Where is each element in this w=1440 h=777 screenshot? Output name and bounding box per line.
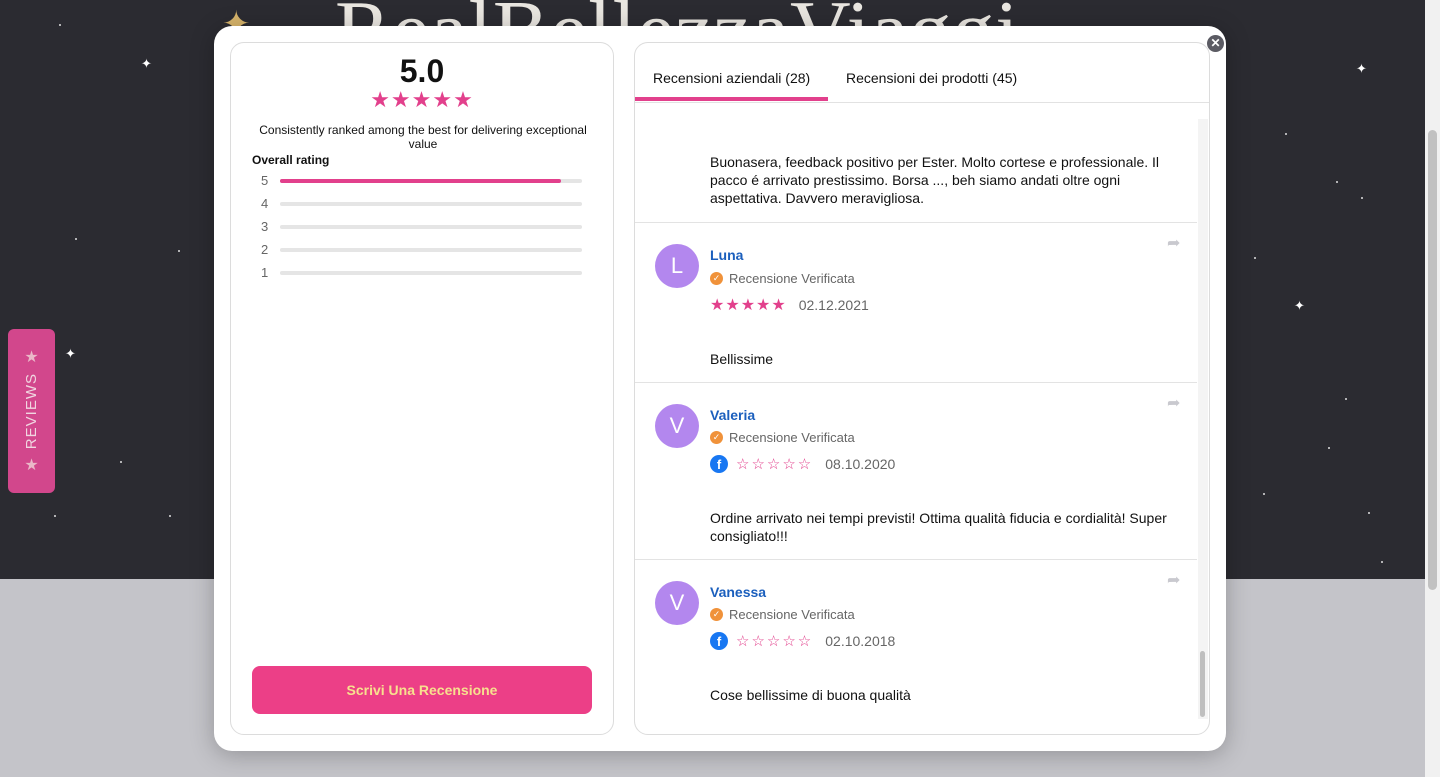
reviewer-name[interactable]: Luna	[710, 247, 743, 263]
rating-bar	[280, 224, 582, 229]
reviews-side-tab[interactable]: ★ REVIEWS ★	[8, 329, 55, 493]
rating-row: 2	[252, 238, 582, 261]
average-stars: ★★★★★	[370, 87, 474, 112]
review-date: 02.12.2021	[798, 297, 869, 313]
review-text: Bellissime	[710, 351, 774, 367]
summary-description: Consistently ranked among the best for d…	[259, 123, 587, 151]
review-item: V Vanessa ✓ Recensione Verificata f ☆☆☆☆…	[635, 560, 1197, 734]
verified-label: Recensione Verificata	[729, 271, 855, 286]
review-item: V Valeria ✓ Recensione Verificata f ☆☆☆☆…	[635, 383, 1197, 560]
page-scrollbar[interactable]	[1425, 0, 1440, 777]
rating-bar	[280, 178, 582, 183]
verified-label: Recensione Verificata	[729, 430, 855, 445]
review-stars: ☆☆☆☆☆	[736, 633, 814, 650]
average-score: 5.0	[399, 53, 445, 89]
review-text: Cose bellissime di buona qualità	[710, 687, 911, 703]
review-tabs: Recensioni aziendali (28) Recensioni dei…	[635, 43, 1209, 103]
share-icon[interactable]: ➦	[1167, 570, 1180, 590]
rating-distribution: 5 4 3 2 1	[252, 169, 582, 284]
verified-badge: ✓ Recensione Verificata	[710, 271, 855, 286]
check-badge-icon: ✓	[710, 272, 723, 285]
rating-summary-panel: 5.0 ★★★★★ Consistently ranked among the …	[230, 42, 614, 735]
reviewer-name[interactable]: Vanessa	[710, 584, 766, 600]
tab-product-reviews[interactable]: Recensioni dei prodotti (45)	[828, 43, 1035, 101]
review-item: Buonasera, feedback positivo per Ester. …	[635, 119, 1197, 223]
verified-label: Recensione Verificata	[729, 607, 855, 622]
rating-value: 3	[261, 219, 269, 234]
reviews-panel: Recensioni aziendali (28) Recensioni dei…	[634, 42, 1210, 735]
avatar: L	[655, 244, 699, 288]
review-list-scrollbar[interactable]	[1198, 119, 1208, 719]
share-icon[interactable]: ➦	[1167, 393, 1180, 413]
rating-bar	[280, 247, 582, 252]
verified-badge: ✓ Recensione Verificata	[710, 607, 855, 622]
share-icon[interactable]: ➦	[1167, 233, 1180, 253]
rating-value: 5	[261, 173, 269, 188]
rating-row: 4	[252, 192, 582, 215]
rating-row: 1	[252, 261, 582, 284]
review-date: 02.10.2018	[825, 633, 896, 649]
review-list[interactable]: Buonasera, feedback positivo per Ester. …	[635, 119, 1197, 734]
verified-badge: ✓ Recensione Verificata	[710, 430, 855, 445]
check-badge-icon: ✓	[710, 431, 723, 444]
close-icon[interactable]: ✕	[1207, 35, 1224, 52]
write-review-button[interactable]: Scrivi Una Recensione	[252, 666, 592, 714]
facebook-icon: f	[710, 455, 728, 473]
review-meta: f ☆☆☆☆☆ 02.10.2018	[710, 632, 895, 650]
rating-row: 5	[252, 169, 582, 192]
review-text: Buonasera, feedback positivo per Ester. …	[710, 154, 1160, 206]
review-text: Ordine arrivato nei tempi previsti! Otti…	[710, 510, 1167, 544]
reviewer-name[interactable]: Valeria	[710, 407, 755, 423]
reviews-modal: ✕ 5.0 ★★★★★ Consistently ranked among th…	[214, 26, 1226, 751]
review-date: 08.10.2020	[825, 456, 896, 472]
rating-row: 3	[252, 215, 582, 238]
tab-company-reviews[interactable]: Recensioni aziendali (28)	[635, 43, 829, 101]
star-icon: ★	[24, 349, 39, 366]
review-item: L Luna ✓ Recensione Verificata ★★★★★ 02.…	[635, 223, 1197, 383]
review-stars: ☆☆☆☆☆	[736, 456, 814, 473]
facebook-icon: f	[710, 632, 728, 650]
review-stars: ★★★★★	[710, 297, 787, 314]
review-meta: f ☆☆☆☆☆ 08.10.2020	[710, 455, 895, 473]
rating-value: 1	[261, 265, 269, 280]
overall-rating-label: Overall rating	[252, 153, 330, 167]
rating-bar	[280, 201, 582, 206]
star-icon: ★	[24, 457, 39, 474]
rating-value: 2	[261, 242, 269, 257]
avatar: V	[655, 404, 699, 448]
check-badge-icon: ✓	[710, 608, 723, 621]
rating-bar	[280, 270, 582, 275]
review-meta: ★★★★★ 02.12.2021	[710, 295, 869, 315]
rating-value: 4	[261, 196, 269, 211]
avatar: V	[655, 581, 699, 625]
reviews-tab-label: REVIEWS	[23, 372, 40, 450]
